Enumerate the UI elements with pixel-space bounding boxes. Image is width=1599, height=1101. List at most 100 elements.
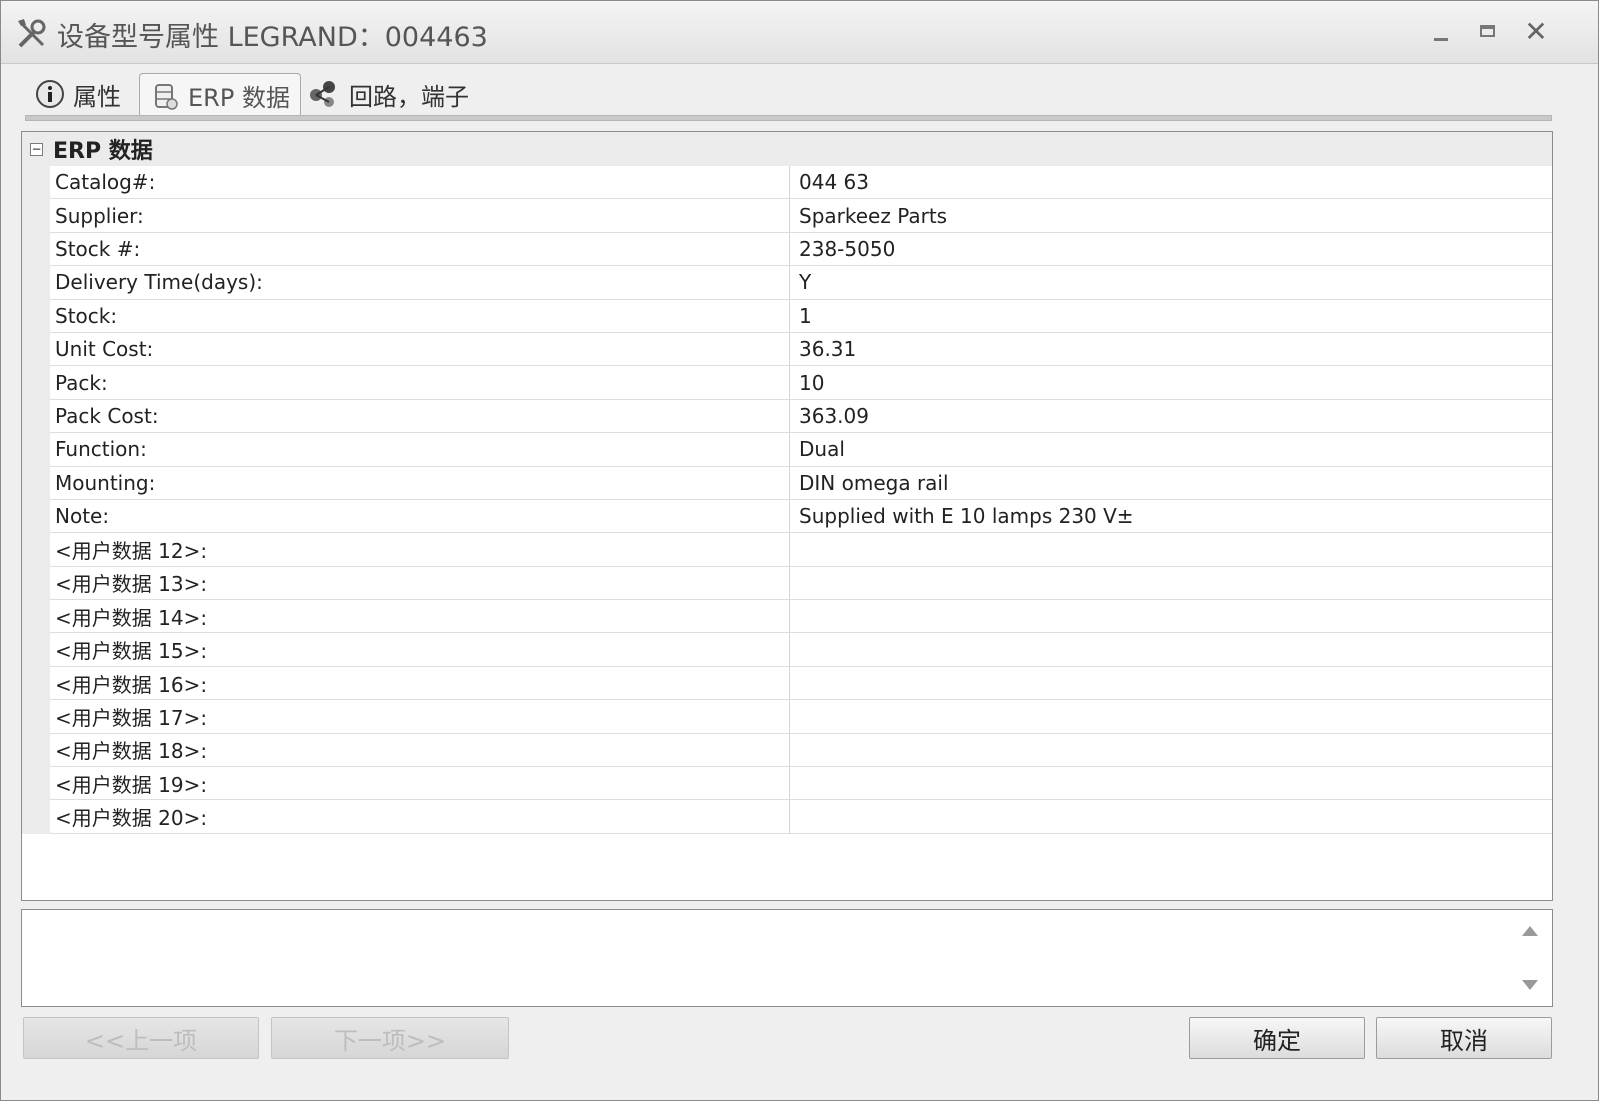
property-row[interactable]: <用户数据 18>: — [22, 733, 1552, 768]
property-label: <用户数据 18>: — [50, 733, 790, 768]
property-label: Pack: — [50, 366, 790, 400]
property-label: Note: — [50, 499, 790, 534]
properties-dialog: 设备型号属性 LEGRAND：004463 ✕ 属性 ERP 数据 回路，端子 … — [0, 0, 1599, 1101]
property-row[interactable]: Delivery Time(days): Y — [22, 266, 1552, 300]
row-gutter — [22, 499, 50, 534]
property-value[interactable] — [790, 734, 1552, 768]
property-row[interactable]: Note: Supplied with E 10 lamps 230 V± — [22, 499, 1552, 534]
row-gutter — [22, 232, 50, 267]
tools-icon — [18, 19, 46, 48]
tab-erp-data[interactable]: ERP 数据 — [139, 73, 301, 117]
property-row[interactable]: Mounting: DIN omega rail — [22, 466, 1552, 500]
property-label: Unit Cost: — [50, 332, 790, 367]
row-gutter — [22, 767, 50, 801]
property-value[interactable] — [790, 567, 1552, 601]
tab-properties-label: 属性 — [73, 82, 121, 111]
property-label: Stock #: — [50, 232, 790, 267]
title-bar[interactable]: 设备型号属性 LEGRAND：004463 ✕ — [1, 1, 1598, 64]
property-value[interactable]: Sparkeez Parts — [790, 199, 1552, 233]
tab-bar: 属性 ERP 数据 回路，端子 — [25, 73, 1578, 117]
scroll-down-icon[interactable] — [1522, 980, 1538, 990]
property-value[interactable] — [790, 767, 1552, 801]
minimize-button[interactable] — [1426, 19, 1456, 45]
property-row[interactable]: Unit Cost: 36.31 — [22, 332, 1552, 367]
property-label: <用户数据 20>: — [50, 800, 790, 834]
property-value[interactable]: 36.31 — [790, 333, 1552, 367]
tab-circuits-terminals[interactable]: 回路，端子 — [297, 73, 479, 115]
property-row[interactable]: <用户数据 14>: — [22, 600, 1552, 634]
property-row[interactable]: Stock: 1 — [22, 299, 1552, 333]
property-value[interactable] — [790, 533, 1552, 567]
property-row[interactable]: <用户数据 15>: — [22, 633, 1552, 667]
description-panel — [21, 909, 1553, 1007]
cancel-button[interactable]: 取消 — [1376, 1017, 1552, 1059]
row-gutter — [22, 733, 50, 768]
tab-erp-data-label: ERP 数据 — [188, 84, 290, 112]
row-gutter — [22, 399, 50, 434]
property-label: Supplier: — [50, 199, 790, 233]
property-label: Delivery Time(days): — [50, 266, 790, 300]
property-row[interactable]: Stock #: 238-5050 — [22, 232, 1552, 267]
property-row[interactable]: <用户数据 16>: — [22, 666, 1552, 701]
property-value[interactable]: Y — [790, 266, 1552, 300]
row-gutter — [22, 332, 50, 367]
property-row[interactable]: Supplier: Sparkeez Parts — [22, 199, 1552, 233]
row-gutter — [22, 433, 50, 467]
row-gutter — [22, 466, 50, 500]
property-row[interactable]: Function: Dual — [22, 433, 1552, 467]
database-icon — [155, 83, 178, 110]
property-value[interactable] — [790, 633, 1552, 667]
property-row[interactable]: <用户数据 13>: — [22, 566, 1552, 601]
property-label: Function: — [50, 433, 790, 467]
collapse-icon[interactable]: − — [30, 142, 43, 156]
property-value[interactable]: 363.09 — [790, 400, 1552, 434]
row-gutter — [22, 600, 50, 634]
property-label: Pack Cost: — [50, 399, 790, 434]
next-button[interactable]: 下一项>> — [271, 1017, 509, 1059]
ok-button[interactable]: 确定 — [1189, 1017, 1365, 1059]
property-row[interactable]: <用户数据 19>: — [22, 767, 1552, 801]
property-label: <用户数据 14>: — [50, 600, 790, 634]
property-label: <用户数据 13>: — [50, 566, 790, 601]
property-label: <用户数据 16>: — [50, 666, 790, 701]
property-value[interactable]: 1 — [790, 300, 1552, 333]
property-row[interactable]: Catalog#: 044 63 — [22, 166, 1552, 200]
maximize-icon — [1480, 25, 1495, 37]
row-gutter — [22, 633, 50, 667]
property-value[interactable]: 044 63 — [790, 166, 1552, 200]
previous-button[interactable]: <<上一项 — [23, 1017, 259, 1059]
info-icon — [36, 80, 64, 108]
tab-properties[interactable]: 属性 — [25, 73, 131, 115]
property-row[interactable]: <用户数据 20>: — [22, 800, 1552, 834]
property-row[interactable]: <用户数据 17>: — [22, 700, 1552, 734]
row-gutter — [22, 199, 50, 233]
row-gutter — [22, 800, 50, 834]
property-row[interactable]: Pack Cost: 363.09 — [22, 399, 1552, 434]
property-value[interactable]: Supplied with E 10 lamps 230 V± — [790, 500, 1552, 534]
row-gutter — [22, 166, 50, 200]
property-value[interactable] — [790, 600, 1552, 634]
property-value[interactable]: DIN omega rail — [790, 467, 1552, 500]
property-grid[interactable]: − ERP 数据 Catalog#: 044 63 Supplier: Sparkee… — [21, 131, 1553, 901]
close-button[interactable]: ✕ — [1521, 18, 1551, 46]
property-label: <用户数据 19>: — [50, 767, 790, 801]
property-value[interactable]: 10 — [790, 366, 1552, 400]
property-value[interactable]: Dual — [790, 433, 1552, 467]
property-value[interactable] — [790, 800, 1552, 834]
property-label: Stock: — [50, 299, 790, 333]
window-title: 设备型号属性 LEGRAND：004463 — [57, 22, 488, 53]
property-label: Catalog#: — [50, 166, 790, 200]
property-value[interactable] — [790, 667, 1552, 701]
nodes-icon — [310, 81, 335, 107]
property-value[interactable] — [790, 700, 1552, 734]
property-row[interactable]: Pack: 10 — [22, 366, 1552, 400]
row-gutter — [22, 366, 50, 400]
property-label: <用户数据 12>: — [50, 533, 790, 567]
property-value[interactable]: 238-5050 — [790, 233, 1552, 267]
maximize-button[interactable] — [1473, 19, 1503, 45]
property-row[interactable]: <用户数据 12>: — [22, 533, 1552, 567]
group-header-erp[interactable]: − ERP 数据 — [22, 132, 1552, 166]
scroll-up-icon[interactable] — [1522, 926, 1538, 936]
row-gutter — [22, 700, 50, 734]
property-label: <用户数据 17>: — [50, 700, 790, 734]
